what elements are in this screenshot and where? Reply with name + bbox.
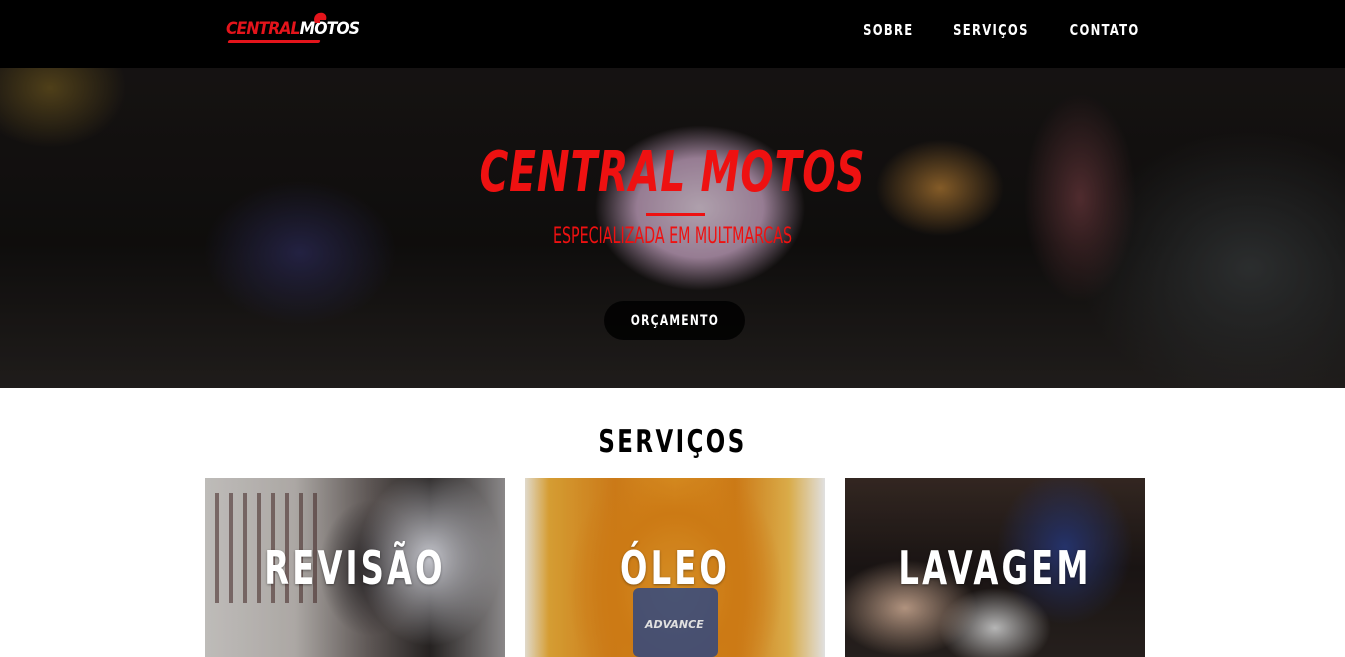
site-logo[interactable]: CENTRALMOTOS [226, 10, 360, 46]
service-card-lavagem[interactable]: LAVAGEM [845, 478, 1145, 657]
hero-banner: CENTRAL MOTOS ESPECIALIZADA EM MULTMARCA… [0, 68, 1345, 388]
service-card-label: REVISÃO [264, 541, 446, 595]
services-title: SERVIÇOS [598, 424, 747, 460]
logo-text-motos: MOTOS [299, 19, 360, 39]
logo-text: CENTRALMOTOS [226, 19, 360, 39]
service-card-label: ÓLEO [620, 541, 730, 595]
orcamento-button[interactable]: ORÇAMENTO [604, 301, 745, 340]
service-card-label: LAVAGEM [898, 541, 1092, 595]
hero-divider [646, 213, 705, 216]
logo-text-central: CENTRAL [226, 19, 301, 39]
main-nav: SOBRE SERVIÇOS CONTATO [859, 0, 1145, 60]
logo-helmet-icon [312, 10, 328, 24]
nav-link-servicos[interactable]: SERVIÇOS [953, 21, 1029, 39]
service-card-oleo[interactable]: ADVANCE ÓLEO [525, 478, 825, 657]
service-card-revisao[interactable]: REVISÃO [205, 478, 505, 657]
nav-link-contato[interactable]: CONTATO [1070, 21, 1140, 39]
logo-swoosh [227, 40, 321, 43]
orcamento-button-label: ORÇAMENTO [630, 312, 719, 329]
hero-subtitle: ESPECIALIZADA EM MULTMARCAS [552, 224, 793, 249]
hero-title: CENTRAL MOTOS [479, 140, 866, 205]
navbar: CENTRALMOTOS SOBRE SERVIÇOS CONTATO [0, 0, 1345, 68]
nav-link-sobre[interactable]: SOBRE [863, 21, 913, 39]
